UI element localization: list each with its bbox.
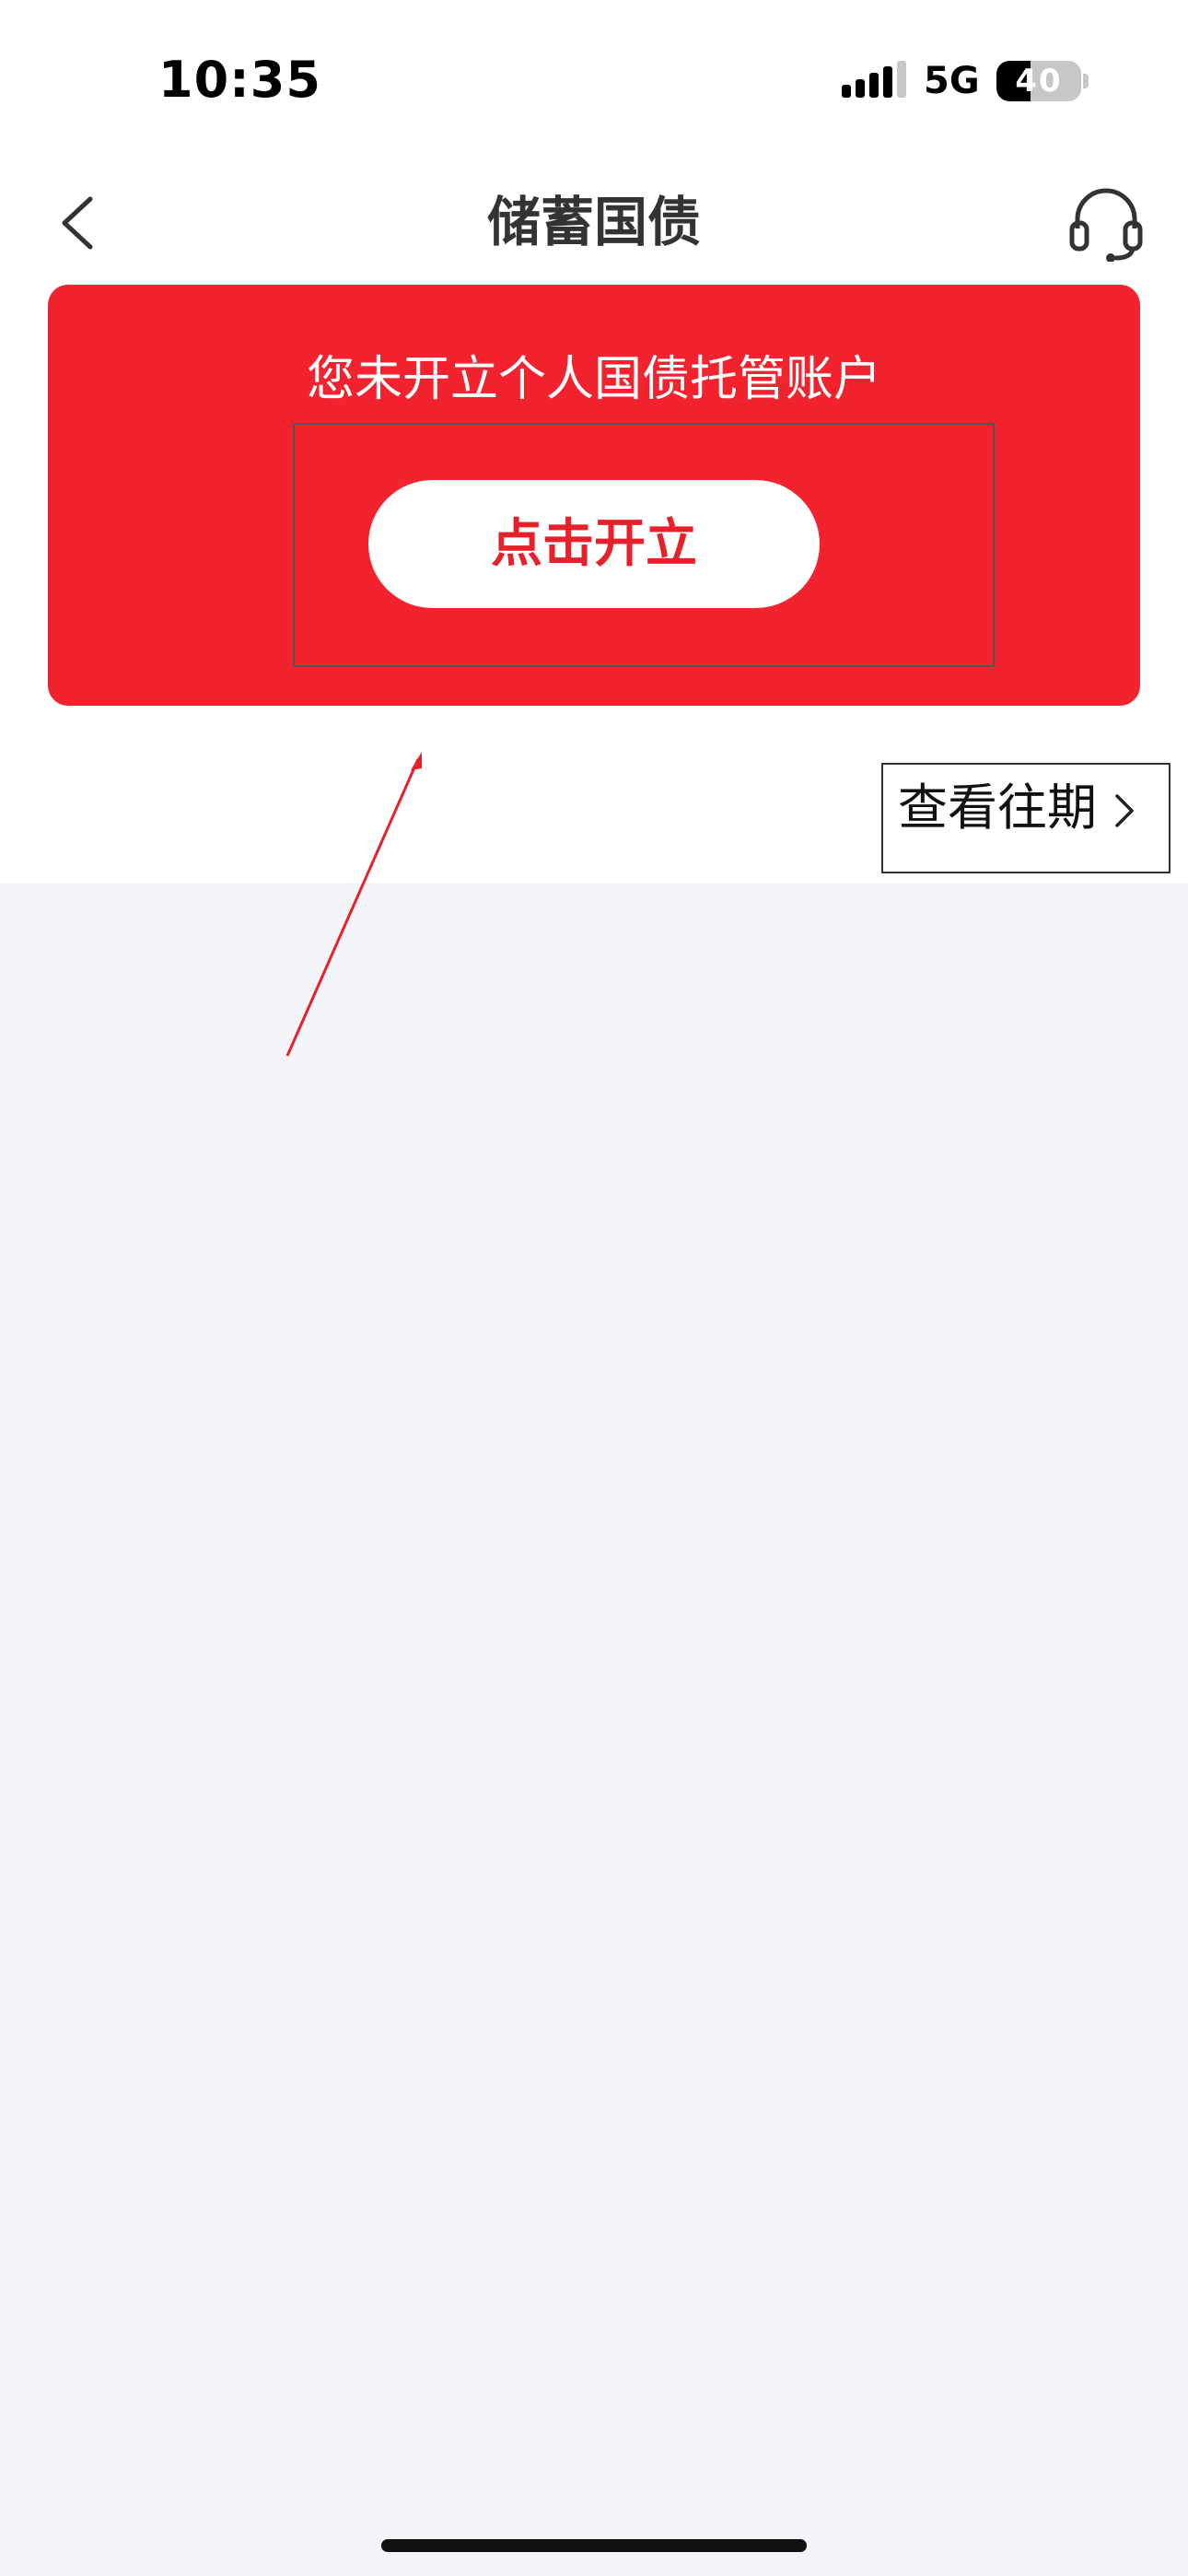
battery-cap	[1083, 74, 1089, 88]
cellular-signal-icon	[842, 61, 906, 98]
battery-level: 40	[1015, 63, 1063, 100]
view-history-label: 查看往期	[898, 779, 1097, 837]
headset-icon[interactable]	[1068, 182, 1144, 262]
account-status-message: 您未开立个人国债托管账户	[306, 352, 881, 407]
annotation-arrow-icon	[285, 752, 422, 1057]
battery-icon: 40	[996, 61, 1081, 101]
network-type: 5G	[924, 60, 980, 102]
status-time: 10:35	[158, 51, 321, 109]
page-title: 储蓄国债	[486, 191, 701, 253]
open-account-button[interactable]: 点击开立	[368, 480, 820, 608]
home-indicator[interactable]	[381, 2539, 807, 2552]
chevron-right-icon	[1115, 794, 1134, 827]
view-history-link[interactable]: 查看往期	[881, 763, 1171, 873]
